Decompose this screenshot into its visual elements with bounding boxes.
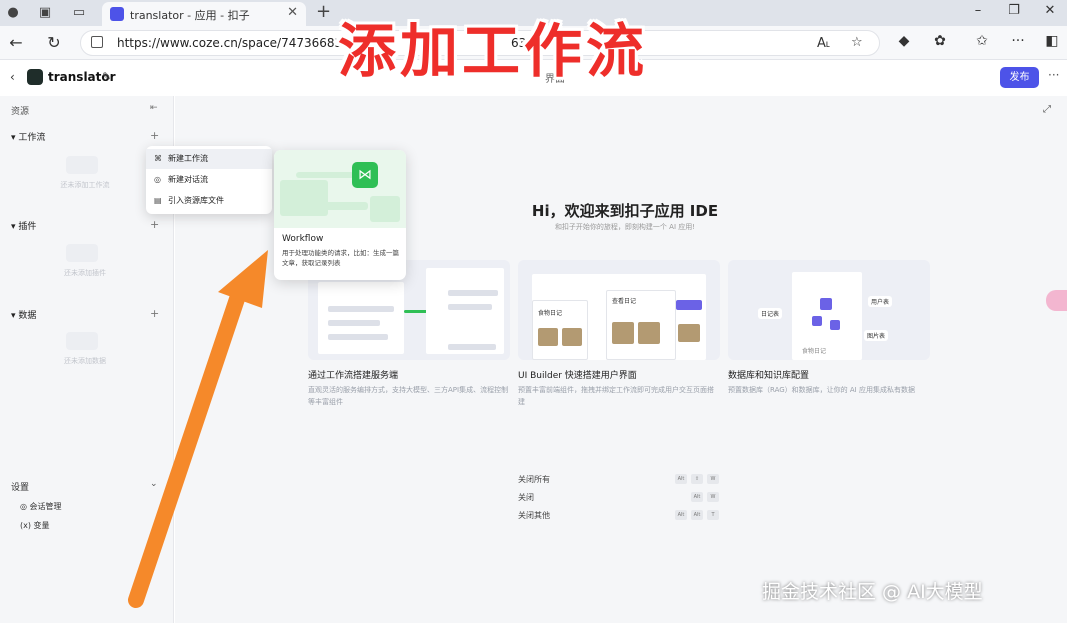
publish-button[interactable]: 发布 — [1000, 67, 1039, 88]
expand-icon[interactable]: ⤢ — [1043, 104, 1051, 115]
add-data-icon[interactable]: + — [150, 307, 159, 320]
floating-assistant-icon[interactable] — [1046, 290, 1067, 311]
new-tab-button[interactable]: + — [316, 1, 331, 22]
key-badge: ⇧ — [691, 474, 703, 484]
sidebar-toggle-icon[interactable]: ◧ — [1042, 33, 1062, 49]
hero-title: Hi，欢迎来到扣子应用 IDE — [531, 202, 719, 220]
menu-item-import-library[interactable]: ▤ 引入资源库文件 — [146, 191, 272, 211]
ui-tag-label: 食物日记 — [538, 310, 563, 317]
db-tag: 图片表 — [864, 330, 889, 341]
edit-icon[interactable]: ✎ — [102, 70, 111, 83]
tab-actions-icon[interactable]: ▭ — [70, 4, 88, 22]
feature-description: 预置丰富前端组件，拖拽并绑定工作流即可完成用户交互页面搭建 — [518, 386, 714, 406]
extension-icon[interactable]: ◆ — [894, 33, 914, 49]
sidebar-title: 资源 — [11, 107, 30, 117]
chat-icon: ◎ — [20, 502, 27, 511]
browser-menu-icon[interactable]: ··· — [1008, 33, 1028, 49]
favorite-star-icon[interactable]: ☆ — [851, 35, 863, 50]
shortcut-close-all: 关闭所有 — [518, 475, 550, 484]
key-badge: Alt — [675, 474, 687, 484]
sidebar-item-session[interactable]: ◎ 会话管理 — [20, 501, 62, 512]
favorites-icon[interactable]: ✩ — [972, 33, 992, 49]
db-tag: 日记表 — [758, 308, 783, 319]
feature-description: 预置数据库（RAG）和数据库，让你的 AI 应用集成私有数据 — [728, 386, 915, 394]
tab-title: translator - 应用 - 扣子 — [130, 9, 250, 22]
empty-data-text: 还未添加数据 — [64, 357, 106, 365]
sidebar-group-data[interactable]: ▾ 数据 — [11, 308, 36, 321]
empty-plugin-icon — [66, 244, 98, 262]
sidebar-group-label: 数据 — [18, 311, 37, 321]
key-badge: T — [707, 510, 719, 520]
workflow-card-description: 用于处理功能类的请求，比如：生成一篇文章，获取记录列表 — [282, 249, 399, 267]
feature-description: 直观灵活的服务编排方式，支持大模型、三方API集成、流程控制等丰富组件 — [308, 386, 509, 406]
sidebar-group-label: 工作流 — [18, 133, 46, 143]
add-plugin-icon[interactable]: + — [150, 218, 159, 231]
menu-item-label: 引入资源库文件 — [168, 196, 224, 205]
browser-tab-active[interactable]: translator - 应用 - 扣子 ✕ — [102, 2, 306, 26]
workflow-icon: ⌘ — [154, 154, 162, 163]
db-tag: 食物日记 — [802, 348, 827, 355]
ui-builder-illustration: 食物日记 查看日记 — [518, 260, 720, 360]
more-icon[interactable]: ··· — [1048, 68, 1059, 82]
url-text: https://www.coze.cn/space/74736683125 — [117, 36, 366, 50]
restore-icon[interactable]: ❐ — [1004, 3, 1024, 18]
back-chevron-icon[interactable]: ‹ — [10, 70, 15, 84]
menu-item-label: 新建对话流 — [168, 175, 208, 184]
empty-data-icon — [66, 332, 98, 350]
key-badge: Alt — [691, 492, 703, 502]
key-badge: W — [707, 474, 719, 484]
coze-favicon-icon — [110, 7, 124, 21]
sidebar-item-label: 会话管理 — [29, 502, 62, 511]
lock-icon — [91, 36, 103, 48]
add-workflow-icon[interactable]: + — [150, 129, 159, 142]
feature-title: 数据库和知识库配置 — [728, 371, 810, 381]
workspaces-icon[interactable]: ▣ — [36, 4, 54, 22]
library-icon: ▤ — [154, 196, 162, 205]
database-illustration: 日记表 图片表 用户表 食物日记 — [728, 260, 930, 360]
empty-workflow-text: 还未添加工作流 — [60, 181, 110, 189]
app-logo — [27, 69, 43, 85]
sidebar-group-workflow[interactable]: ▾ 工作流 — [11, 130, 45, 143]
reload-icon[interactable]: ↻ — [44, 33, 64, 52]
watermark: 掘金技术社区 @ AI大模型 — [762, 581, 983, 603]
shortcut-close-others: 关闭其他 — [518, 511, 550, 520]
chatflow-icon: ◎ — [154, 175, 161, 184]
sidebar-item-variables[interactable]: (x) 变量 — [20, 520, 50, 531]
empty-plugin-text: 还未添加插件 — [64, 269, 106, 277]
minimize-icon[interactable]: – — [968, 3, 988, 18]
workflow-card-title: Workflow — [282, 234, 324, 244]
puzzle-extensions-icon[interactable]: ✿ — [930, 33, 950, 49]
chevron-down-icon[interactable]: ⌄ — [150, 479, 158, 489]
shortcut-close: 关闭 — [518, 493, 534, 502]
menu-item-new-chatflow[interactable]: ◎ 新建对话流 — [146, 170, 272, 190]
window-close-icon[interactable]: ✕ — [1040, 3, 1060, 18]
sidebar-group-plugin[interactable]: ▾ 插件 — [11, 219, 36, 232]
feature-title: UI Builder 快速搭建用户界面 — [518, 371, 637, 381]
workflow-preview-illustration: ⋈ — [274, 150, 406, 228]
feature-title: 通过工作流搭建服务端 — [308, 371, 399, 381]
variable-icon: (x) — [20, 521, 31, 530]
key-badge: Alt — [675, 510, 687, 520]
collapse-icon[interactable]: ⇤ — [150, 103, 158, 113]
key-badge: Alt — [691, 510, 703, 520]
menu-item-label: 新建工作流 — [168, 154, 208, 163]
profile-icon[interactable]: ● — [4, 4, 22, 22]
read-aloud-icon[interactable]: A˪ — [817, 35, 830, 51]
screen: ● ▣ ▭ translator - 应用 - 扣子 ✕ + – ❐ ✕ ← ↻… — [0, 0, 1067, 623]
sidebar-item-label: 变量 — [33, 521, 50, 530]
key-badge: W — [707, 492, 719, 502]
ui-tag-card: 查看日记 — [612, 298, 637, 305]
new-resource-menu: ⌘ 新建工作流 ◎ 新建对话流 ▤ 引入资源库文件 — [146, 146, 272, 214]
empty-workflow-icon — [66, 156, 98, 174]
settings-section[interactable]: 设置 — [11, 480, 29, 493]
db-tag: 用户表 — [868, 296, 893, 307]
tab-close-icon[interactable]: ✕ — [287, 5, 298, 20]
sidebar-group-label: 插件 — [18, 222, 37, 232]
workflow-node-icon: ⋈ — [352, 162, 378, 188]
back-arrow-icon[interactable]: ← — [6, 33, 26, 52]
workflow-tooltip-card: ⋈ Workflow 用于处理功能类的请求，比如：生成一篇文章，获取记录列表 — [274, 150, 406, 280]
hero-subtitle: 和扣子开始你的旅程，即刻构建一个 AI 应用! — [554, 223, 696, 231]
overlay-headline: 添加工作流 — [338, 17, 649, 85]
menu-item-new-workflow[interactable]: ⌘ 新建工作流 — [146, 149, 272, 169]
